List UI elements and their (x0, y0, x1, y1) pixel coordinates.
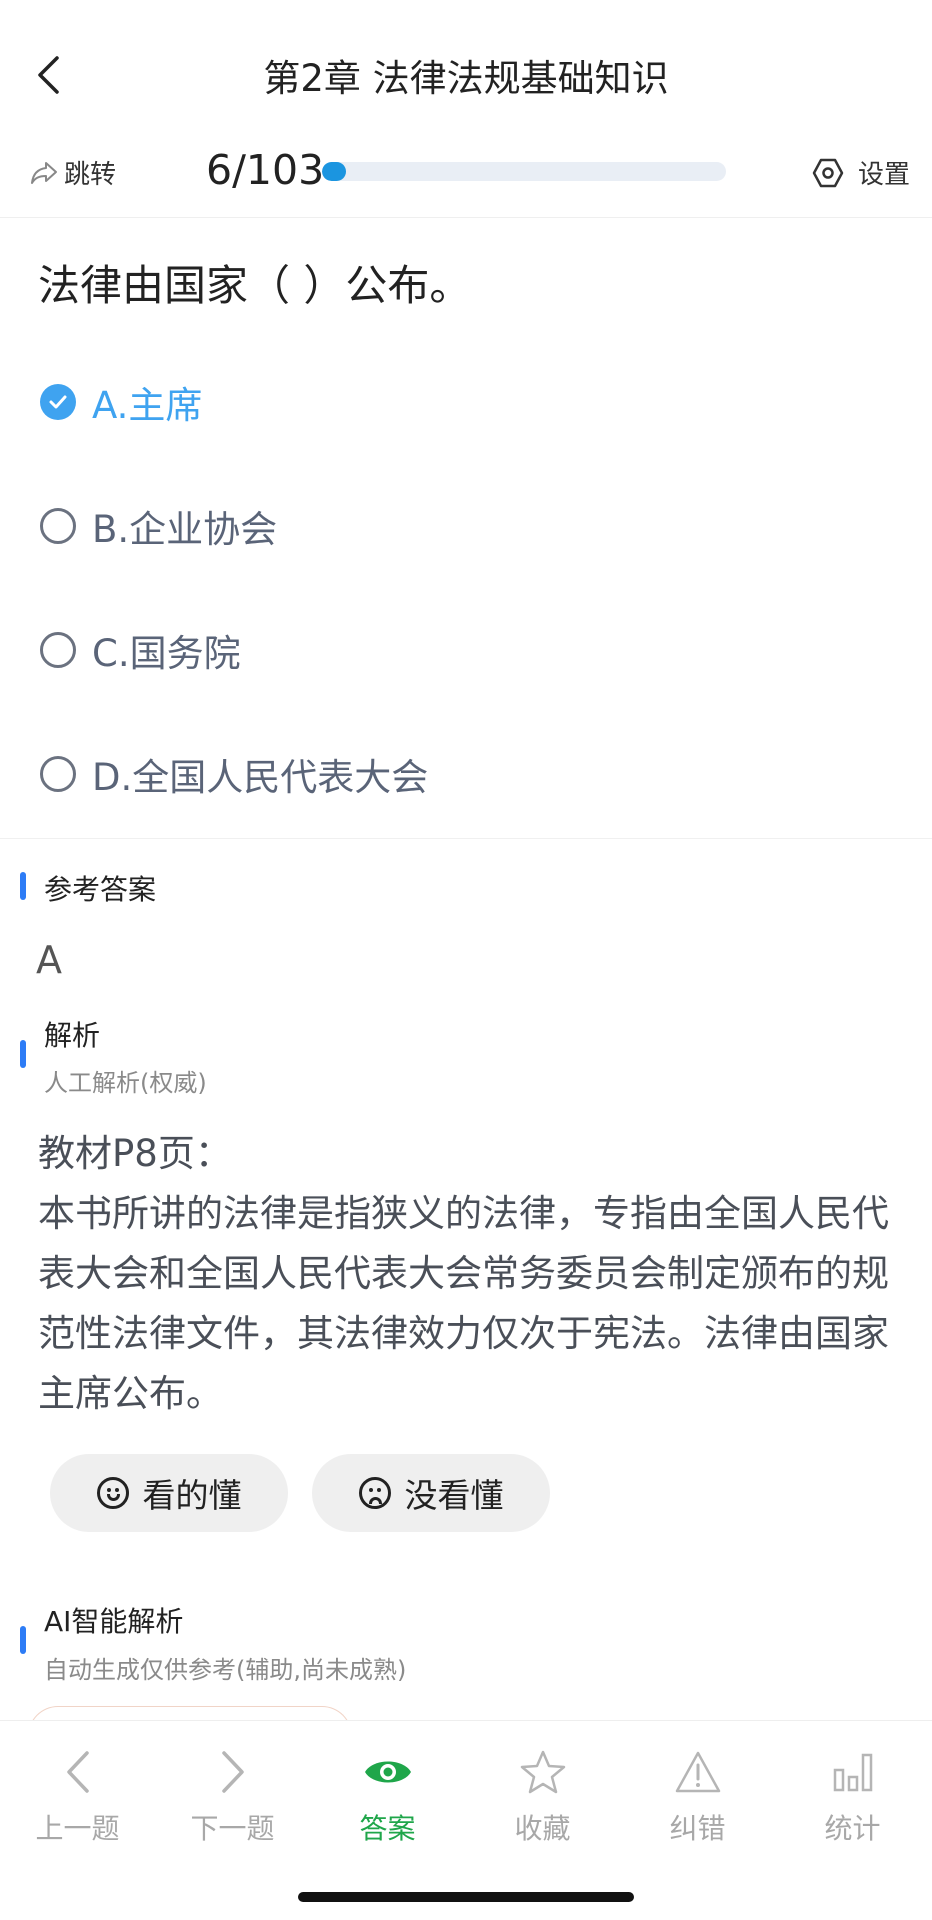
option-label: C.国务院 (92, 632, 241, 675)
home-indicator (298, 1892, 634, 1902)
header: 第2章 法律法规基础知识 (0, 0, 932, 140)
progress-bar-fill (322, 162, 346, 181)
radio-icon (40, 756, 76, 792)
option-label: D.全国人民代表大会 (92, 756, 429, 799)
nav-label: 上一题 (35, 1812, 120, 1845)
nav-favorite[interactable]: 收藏 (465, 1747, 620, 1847)
section-marker (20, 1040, 26, 1068)
gear-icon (812, 158, 844, 187)
option-label: A.主席 (92, 384, 203, 427)
analysis-subtitle: 人工解析(权威) (44, 1069, 207, 1097)
chevron-left-icon (66, 1751, 89, 1793)
ai-section-title: AI智能解析 (44, 1605, 184, 1638)
sad-icon (358, 1477, 391, 1509)
bar-chart-icon (833, 1753, 872, 1792)
not-understood-button[interactable]: 没看懂 (312, 1454, 550, 1532)
ai-subtitle: 自动生成仅供参考(辅助,尚未成熟) (44, 1656, 407, 1684)
analysis-body: 本书所讲的法律是指狭义的法律，专指由全国人民代表大会和全国人民代表大会常务委员会… (38, 1192, 889, 1415)
chevron-right-icon (221, 1751, 244, 1793)
radio-icon (40, 632, 76, 668)
nav-label: 纠错 (669, 1812, 726, 1845)
not-understood-label: 没看懂 (404, 1476, 504, 1515)
progress-counter: 6/103 (206, 146, 325, 194)
understood-button[interactable]: 看的懂 (50, 1454, 288, 1532)
option-a[interactable]: A.主席 (0, 340, 932, 464)
share-arrow-icon (31, 161, 57, 184)
section-marker (20, 1626, 26, 1654)
smile-icon (96, 1477, 129, 1509)
nav-label: 下一题 (190, 1812, 275, 1845)
settings-label: 设置 (857, 160, 910, 190)
jump-label: 跳转 (64, 160, 117, 190)
analysis-source: 教材P8页： (38, 1132, 232, 1175)
nav-prev[interactable]: 上一题 (0, 1747, 155, 1847)
nav-answer[interactable]: 答案 (310, 1747, 465, 1847)
option-label: B.企业协会 (92, 508, 278, 551)
nav-report[interactable]: 纠错 (620, 1747, 775, 1847)
analysis-content: 教材P8页： 本书所讲的法律是指狭义的法律，专指由全国人民代表大会和全国人民代表… (38, 1124, 900, 1424)
page-title: 第2章 法律法规基础知识 (263, 57, 669, 100)
nav-next[interactable]: 下一题 (155, 1747, 310, 1847)
nav-label: 收藏 (514, 1812, 571, 1845)
options-list: A.主席 B.企业协会 C.国务院 D.全国人民代表大会 (0, 340, 932, 836)
option-c[interactable]: C.国务院 (0, 588, 932, 712)
section-marker (20, 872, 26, 900)
warning-icon (675, 1751, 720, 1793)
radio-icon (40, 508, 76, 544)
progress-bar (322, 162, 726, 181)
settings-button[interactable]: 设置 (812, 154, 910, 191)
understood-label: 看的懂 (142, 1476, 242, 1515)
analysis-section-title: 解析 (44, 1019, 101, 1052)
nav-label: 统计 (824, 1812, 881, 1845)
eye-icon (364, 1761, 411, 1783)
bottom-nav: 上一题 下一题 答案 收藏 纠错 统计 (0, 1720, 932, 1920)
nav-label: 答案 (359, 1812, 416, 1845)
jump-button[interactable]: 跳转 (30, 154, 116, 191)
answer-value: A (36, 938, 62, 982)
progress-row: 跳转 6/103 设置 (0, 140, 932, 218)
option-b[interactable]: B.企业协会 (0, 464, 932, 588)
star-icon (520, 1750, 565, 1794)
divider (0, 838, 932, 839)
answer-section-title: 参考答案 (44, 873, 157, 906)
question-text: 法律由国家（ ）公布。 (38, 261, 472, 310)
radio-checked-icon (40, 384, 76, 420)
nav-stats[interactable]: 统计 (775, 1747, 930, 1847)
option-d[interactable]: D.全国人民代表大会 (0, 712, 932, 836)
